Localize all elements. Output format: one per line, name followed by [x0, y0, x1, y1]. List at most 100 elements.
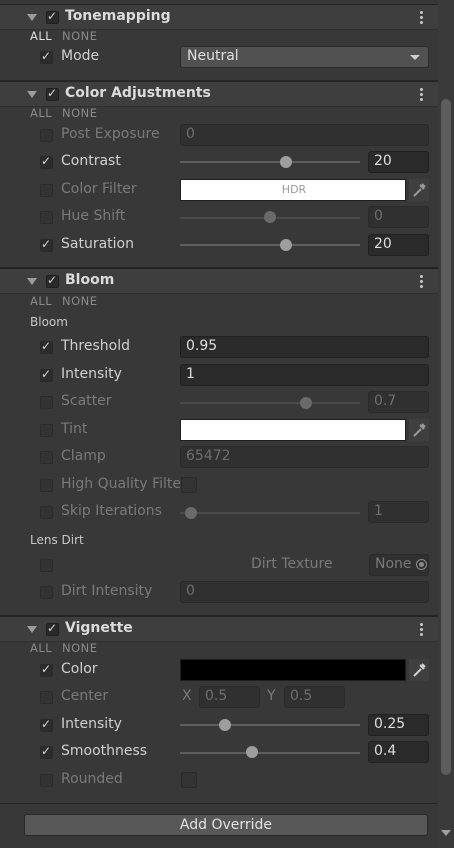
all-toggle[interactable]: ALL: [30, 641, 52, 655]
vignette-header[interactable]: Vignette: [0, 616, 438, 642]
contrast-override-checkbox[interactable]: [40, 154, 53, 169]
contrast-slider-track[interactable]: [180, 161, 360, 163]
mode-dropdown[interactable]: Neutral: [180, 46, 429, 68]
eyedropper-icon[interactable]: [409, 179, 429, 201]
tint-override-checkbox[interactable]: [40, 424, 53, 437]
smoothness-label: Smoothness: [61, 743, 148, 759]
foldout-arrow-icon[interactable]: [27, 278, 37, 285]
saturation-field[interactable]: 20: [368, 234, 429, 256]
clamp-field[interactable]: 65472: [180, 446, 429, 468]
vignette-intensity-slider-track[interactable]: [180, 724, 360, 726]
all-toggle[interactable]: ALL: [30, 294, 52, 308]
scatter-field[interactable]: 0.7: [368, 391, 429, 413]
bloom-intensity-field[interactable]: 1: [180, 364, 429, 386]
vignette-color-swatch[interactable]: [180, 659, 406, 681]
bloom-header[interactable]: Bloom: [0, 268, 438, 294]
contrast-field[interactable]: 20: [368, 151, 429, 173]
scatter-override-checkbox[interactable]: [40, 396, 53, 409]
kebab-menu-icon[interactable]: [415, 274, 427, 290]
smoothness-field[interactable]: 0.4: [368, 741, 429, 763]
hue-shift-slider-handle[interactable]: [264, 211, 276, 223]
dirt-texture-label: Dirt Texture: [251, 556, 333, 572]
color-filter-label: Color Filter: [61, 181, 137, 197]
bloom-intensity-override-checkbox[interactable]: [40, 367, 53, 382]
skip-iterations-field[interactable]: 1: [368, 501, 429, 523]
vignette-intensity-field[interactable]: 0.25: [368, 714, 429, 736]
contrast-label: Contrast: [61, 153, 121, 169]
eyedropper-icon[interactable]: [409, 419, 429, 441]
object-picker-icon[interactable]: [416, 559, 427, 570]
mode-override-checkbox[interactable]: [40, 49, 53, 64]
threshold-override-checkbox[interactable]: [40, 339, 53, 354]
hq-filtering-override-checkbox[interactable]: [40, 479, 53, 492]
color-adjustments-enable-checkbox[interactable]: [46, 86, 59, 101]
smoothness-slider-track[interactable]: [180, 752, 360, 754]
center-y-label: Y: [267, 688, 276, 704]
smoothness-slider-handle[interactable]: [246, 746, 258, 758]
contrast-slider-handle[interactable]: [280, 156, 293, 168]
scatter-slider-track[interactable]: [180, 402, 360, 404]
post-exposure-field[interactable]: 0: [180, 124, 429, 146]
clamp-override-checkbox[interactable]: [40, 451, 53, 464]
scatter-slider-handle[interactable]: [300, 397, 312, 409]
vignette-enable-checkbox[interactable]: [46, 621, 59, 636]
dirt-intensity-label: Dirt Intensity: [61, 583, 153, 599]
skip-iterations-override-checkbox[interactable]: [40, 506, 53, 519]
dirt-intensity-override-checkbox[interactable]: [40, 586, 53, 599]
vignette-intensity-override-checkbox[interactable]: [40, 717, 53, 732]
rounded-override-checkbox[interactable]: [40, 774, 53, 787]
tonemapping-enable-checkbox[interactable]: [46, 9, 59, 24]
tint-color-swatch[interactable]: [180, 419, 406, 441]
skip-iterations-slider-handle[interactable]: [184, 507, 197, 519]
rounded-checkbox[interactable]: [181, 772, 197, 788]
hue-shift-field[interactable]: 0: [368, 206, 429, 228]
clamp-label: Clamp: [61, 448, 106, 464]
none-toggle[interactable]: NONE: [62, 106, 98, 120]
none-toggle[interactable]: NONE: [62, 29, 98, 43]
color-adjustments-title: Color Adjustments: [65, 85, 211, 101]
vignette-intensity-slider-handle[interactable]: [219, 719, 231, 731]
vignette-color-override-checkbox[interactable]: [40, 662, 53, 677]
post-exposure-override-checkbox[interactable]: [40, 129, 53, 142]
color-filter-override-checkbox[interactable]: [40, 184, 53, 197]
tonemapping-header[interactable]: Tonemapping: [0, 4, 438, 30]
divider: [0, 803, 438, 804]
hue-shift-override-checkbox[interactable]: [40, 211, 53, 224]
saturation-slider-handle[interactable]: [280, 239, 293, 251]
tint-label: Tint: [61, 421, 88, 437]
kebab-menu-icon[interactable]: [415, 10, 427, 26]
all-toggle[interactable]: ALL: [30, 106, 52, 120]
vertical-scrollbar[interactable]: [438, 0, 454, 848]
smoothness-override-checkbox[interactable]: [40, 744, 53, 759]
color-filter-swatch[interactable]: HDR: [180, 179, 406, 201]
foldout-arrow-icon[interactable]: [27, 626, 37, 633]
eyedropper-icon[interactable]: [409, 659, 429, 681]
add-override-button[interactable]: Add Override: [24, 814, 428, 836]
skip-iterations-slider-track[interactable]: [180, 512, 360, 514]
color-adjustments-header[interactable]: Color Adjustments: [0, 81, 438, 107]
hq-filtering-checkbox[interactable]: [181, 477, 197, 493]
vignette-title: Vignette: [65, 620, 133, 636]
tonemapping-title: Tonemapping: [65, 8, 171, 24]
bloom-enable-checkbox[interactable]: [46, 273, 59, 288]
scatter-label: Scatter: [61, 393, 112, 409]
foldout-arrow-icon[interactable]: [27, 14, 37, 21]
center-y-field[interactable]: 0.5: [284, 686, 345, 708]
dirt-texture-override-checkbox[interactable]: [40, 559, 53, 572]
scrollbar-thumb[interactable]: [441, 99, 451, 775]
dirt-intensity-field[interactable]: 0: [180, 581, 429, 603]
foldout-arrow-icon[interactable]: [27, 91, 37, 98]
saturation-slider-track[interactable]: [180, 244, 360, 246]
none-toggle[interactable]: NONE: [62, 294, 98, 308]
center-x-field[interactable]: 0.5: [199, 686, 260, 708]
post-exposure-label: Post Exposure: [61, 126, 160, 142]
kebab-menu-icon[interactable]: [415, 87, 427, 103]
threshold-field[interactable]: 0.95: [180, 336, 429, 358]
saturation-override-checkbox[interactable]: [40, 237, 53, 252]
all-toggle[interactable]: ALL: [30, 29, 52, 43]
kebab-menu-icon[interactable]: [415, 622, 427, 638]
center-override-checkbox[interactable]: [40, 691, 53, 704]
none-toggle[interactable]: NONE: [62, 641, 98, 655]
vignette-color-label: Color: [61, 661, 98, 677]
scroll-down-arrow-icon[interactable]: [441, 830, 451, 836]
